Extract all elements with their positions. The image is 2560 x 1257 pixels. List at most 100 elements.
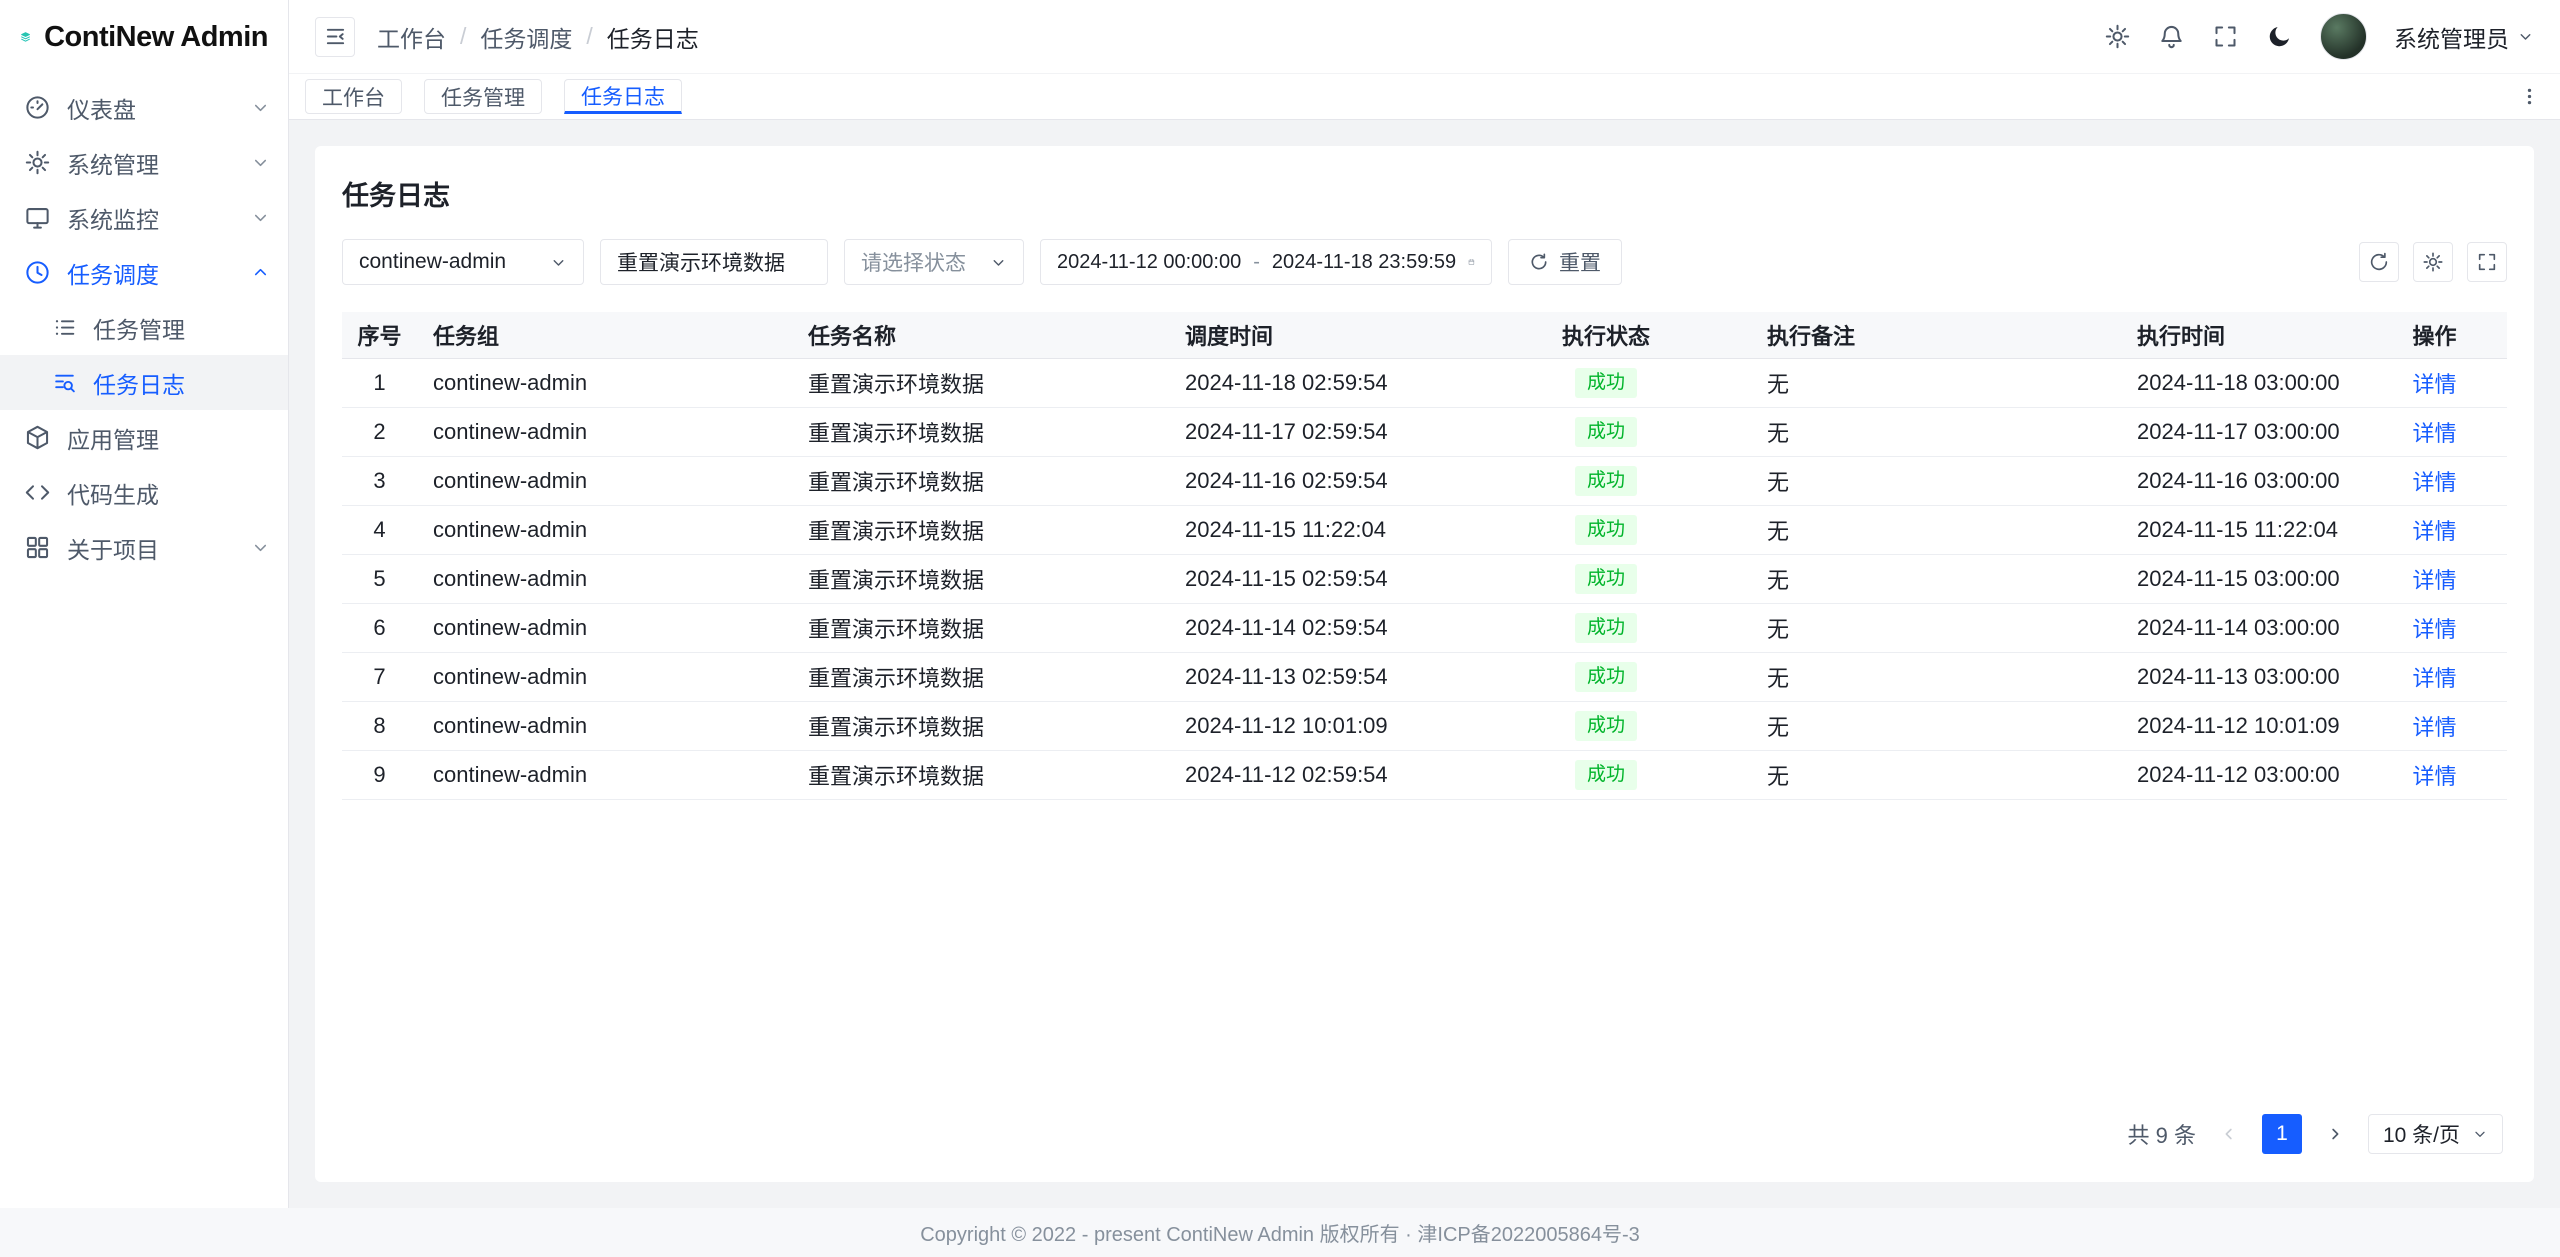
cell-no: 7: [342, 664, 417, 690]
status-badge: 成功: [1575, 466, 1637, 496]
detail-link[interactable]: 详情: [2412, 421, 2456, 446]
table-row: 6continew-admin重置演示环境数据2024-11-14 02:59:…: [342, 604, 2507, 653]
reset-button[interactable]: 重置: [1508, 239, 1622, 285]
sidebar-subitem-task-management[interactable]: 任务管理: [0, 300, 288, 355]
sidebar-item-about-project[interactable]: 关于项目: [0, 520, 288, 575]
table-row: 9continew-admin重置演示环境数据2024-11-12 02:59:…: [342, 751, 2507, 800]
cell-status: 成功: [1461, 466, 1751, 496]
user-name: 系统管理员: [2394, 20, 2509, 54]
sidebar-item-task-scheduling[interactable]: 任务调度: [0, 245, 288, 300]
tab-more-button[interactable]: [2514, 82, 2544, 112]
fullscreen-icon[interactable]: [2212, 23, 2239, 50]
table-row: 4continew-admin重置演示环境数据2024-11-15 11:22:…: [342, 506, 2507, 555]
app-title: ContiNew Admin: [44, 21, 268, 54]
cell-schedule_time: 2024-11-14 02:59:54: [1169, 615, 1461, 641]
detail-link[interactable]: 详情: [2412, 666, 2456, 691]
detail-link[interactable]: 详情: [2412, 764, 2456, 789]
detail-link[interactable]: 详情: [2412, 568, 2456, 593]
breadcrumb-item-current: 任务日志: [607, 20, 699, 54]
status-badge: 成功: [1575, 711, 1637, 741]
cell-note: 无: [1751, 759, 2121, 791]
cell-group: continew-admin: [417, 664, 792, 690]
logo[interactable]: ContiNew Admin: [0, 0, 288, 74]
monitor-icon: [24, 204, 51, 231]
menu-fold-icon: [324, 25, 347, 48]
pagination-next-button[interactable]: [2315, 1114, 2355, 1154]
settings-icon[interactable]: [2104, 23, 2131, 50]
sidebar-subitem-task-log[interactable]: 任务日志: [0, 355, 288, 410]
cell-exec_time: 2024-11-14 03:00:00: [2121, 615, 2362, 641]
box-icon: [24, 424, 51, 451]
breadcrumb-item[interactable]: 工作台: [377, 20, 446, 54]
sidebar-item-app-management[interactable]: 应用管理: [0, 410, 288, 465]
cell-name: 重置演示环境数据: [792, 710, 1169, 742]
column-settings-button[interactable]: [2413, 242, 2453, 282]
column-header: 任务名称: [792, 319, 1169, 351]
cell-note: 无: [1751, 710, 2121, 742]
detail-link[interactable]: 详情: [2412, 470, 2456, 495]
column-header: 操作: [2362, 319, 2507, 351]
cell-exec_time: 2024-11-17 03:00:00: [2121, 419, 2362, 445]
cell-action: 详情: [2362, 563, 2507, 595]
cell-action: 详情: [2362, 416, 2507, 448]
tab-task-log[interactable]: 任务日志: [564, 79, 682, 114]
sidebar-item-system-management[interactable]: 系统管理: [0, 135, 288, 190]
pagination: 共 9 条 1 10 条/页: [342, 1098, 2507, 1162]
detail-link[interactable]: 详情: [2412, 617, 2456, 642]
filter-bar: continew-admin 重置演示环境数据 请选择状态 2024-11-12…: [342, 239, 2507, 285]
date-range-picker[interactable]: 2024-11-12 00:00:00 - 2024-11-18 23:59:5…: [1040, 239, 1492, 285]
calendar-icon: [1468, 251, 1475, 273]
pagination-prev-button[interactable]: [2209, 1114, 2249, 1154]
table-row: 5continew-admin重置演示环境数据2024-11-15 02:59:…: [342, 555, 2507, 604]
bell-icon[interactable]: [2158, 23, 2185, 50]
cell-no: 4: [342, 517, 417, 543]
moon-icon[interactable]: [2266, 23, 2293, 50]
detail-link[interactable]: 详情: [2412, 519, 2456, 544]
sidebar-item-dashboard[interactable]: 仪表盘: [0, 80, 288, 135]
sidebar-collapse-button[interactable]: [315, 17, 355, 57]
chevron-left-icon: [2220, 1125, 2238, 1143]
table-header: 序号 任务组 任务名称 调度时间 执行状态 执行备注 执行时间 操作: [342, 312, 2507, 359]
column-header: 序号: [342, 319, 417, 351]
task-name-input-value: 重置演示环境数据: [617, 247, 785, 277]
fullscreen-table-button[interactable]: [2467, 242, 2507, 282]
cell-status: 成功: [1461, 368, 1751, 398]
cell-no: 9: [342, 762, 417, 788]
breadcrumb-item[interactable]: 任务调度: [480, 20, 572, 54]
cell-exec_time: 2024-11-12 03:00:00: [2121, 762, 2362, 788]
cell-note: 无: [1751, 661, 2121, 693]
status-select-placeholder: 请选择状态: [861, 247, 966, 277]
card-spacer: [342, 800, 2507, 1098]
sidebar-item-system-monitor[interactable]: 系统监控: [0, 190, 288, 245]
cell-action: 详情: [2362, 514, 2507, 546]
sidebar-item-code-generation[interactable]: 代码生成: [0, 465, 288, 520]
task-name-input[interactable]: 重置演示环境数据: [600, 239, 828, 285]
refresh-table-button[interactable]: [2359, 242, 2399, 282]
cell-schedule_time: 2024-11-12 10:01:09: [1169, 713, 1461, 739]
right-column: 工作台 / 任务调度 / 任务日志 系统管理员: [289, 0, 2560, 1208]
tab-task-management[interactable]: 任务管理: [424, 79, 542, 114]
detail-link[interactable]: 详情: [2412, 372, 2456, 397]
cell-group: continew-admin: [417, 370, 792, 396]
cell-name: 重置演示环境数据: [792, 612, 1169, 644]
user-menu[interactable]: 系统管理员: [2394, 20, 2534, 54]
cell-name: 重置演示环境数据: [792, 661, 1169, 693]
main-row: ContiNew Admin 仪表盘 系统管理 系统监控: [0, 0, 2560, 1208]
cell-no: 3: [342, 468, 417, 494]
status-select[interactable]: 请选择状态: [844, 239, 1024, 285]
tabbar: 工作台 任务管理 任务日志: [289, 74, 2560, 120]
cell-name: 重置演示环境数据: [792, 465, 1169, 497]
sidebar-item-label: 关于项目: [67, 531, 235, 565]
tab-workbench[interactable]: 工作台: [305, 79, 402, 114]
detail-link[interactable]: 详情: [2412, 715, 2456, 740]
more-vertical-icon: [2519, 86, 2540, 107]
page-size-select[interactable]: 10 条/页: [2368, 1114, 2503, 1154]
task-log-table: 序号 任务组 任务名称 调度时间 执行状态 执行备注 执行时间 操作 1cont…: [342, 312, 2507, 800]
pagination-page-1[interactable]: 1: [2262, 1114, 2302, 1154]
cell-exec_time: 2024-11-13 03:00:00: [2121, 664, 2362, 690]
cell-action: 详情: [2362, 710, 2507, 742]
cell-group: continew-admin: [417, 468, 792, 494]
avatar[interactable]: [2320, 13, 2367, 60]
task-group-select[interactable]: continew-admin: [342, 239, 584, 285]
table-row: 1continew-admin重置演示环境数据2024-11-18 02:59:…: [342, 359, 2507, 408]
